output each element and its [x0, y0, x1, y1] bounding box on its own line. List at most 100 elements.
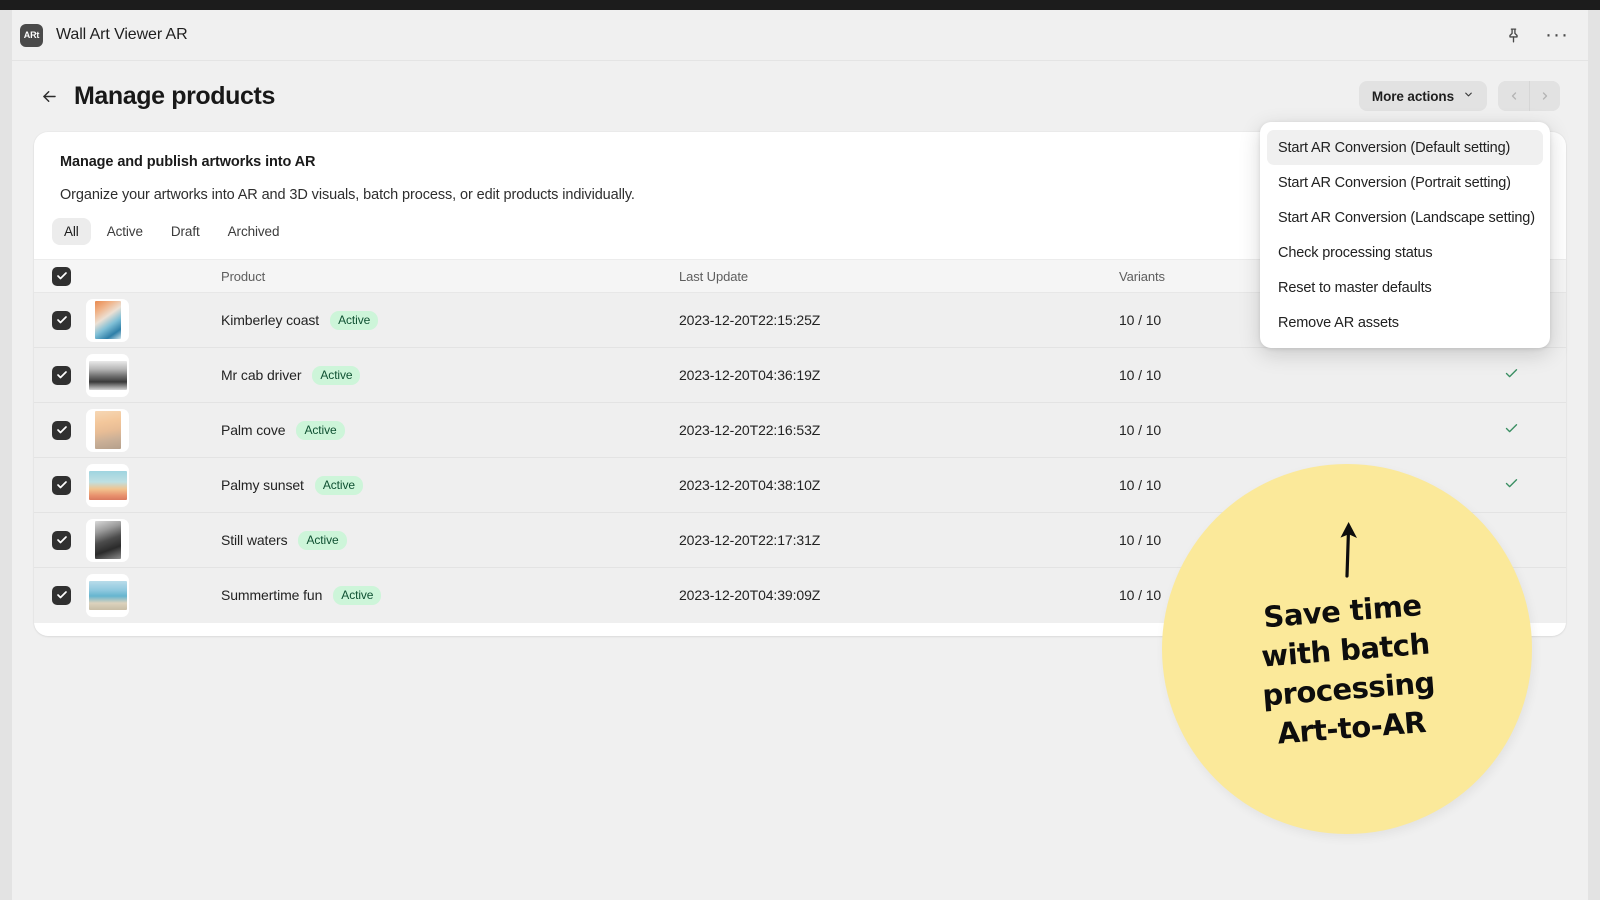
page-title-row: Manage products More actions	[12, 61, 1588, 131]
row-thumbnail-cell	[86, 512, 221, 568]
product-name[interactable]: Palmy sunset	[221, 477, 304, 493]
status-badge: Active	[296, 420, 345, 440]
conversion-status-cell	[1324, 347, 1566, 403]
menu-item-1[interactable]: Start AR Conversion (Portrait setting)	[1267, 165, 1543, 200]
product-name[interactable]: Kimberley coast	[221, 312, 319, 328]
status-badge: Active	[314, 475, 363, 495]
pin-icon[interactable]	[1502, 24, 1524, 46]
promo-text: Save time with batch processing Art-to-A…	[1162, 578, 1532, 762]
pagination-prev-button[interactable]	[1498, 81, 1529, 111]
row-select-cell	[34, 457, 86, 513]
app-logo-badge: ARt	[20, 23, 43, 47]
row-select-cell	[34, 347, 86, 403]
product-name[interactable]: Palm cove	[221, 422, 286, 438]
menu-item-4[interactable]: Reset to master defaults	[1267, 270, 1543, 305]
product-thumbnail	[86, 573, 129, 617]
artwork-palmy-sunset-image	[88, 470, 127, 500]
product-name-cell: Palmy sunset Active	[221, 457, 679, 513]
row-thumbnail-cell	[86, 292, 221, 348]
variants-cell: 10 / 10	[1119, 402, 1324, 458]
select-all-checkbox[interactable]	[52, 266, 71, 286]
row-thumbnail-cell	[86, 567, 221, 623]
ellipsis-icon[interactable]: ···	[1545, 24, 1568, 46]
tab-archived[interactable]: Archived	[216, 218, 292, 245]
tab-all[interactable]: All	[52, 218, 91, 245]
product-name-cell: Summertime fun Active	[221, 567, 679, 623]
thumbnail-header	[86, 259, 221, 293]
artwork-mr-cab-driver-image	[88, 360, 127, 390]
row-checkbox[interactable]	[52, 310, 71, 330]
left-gutter	[0, 10, 12, 900]
arrow-up-icon	[1326, 516, 1368, 583]
app-header-actions: ···	[1502, 24, 1568, 46]
product-name[interactable]: Mr cab driver	[221, 367, 301, 383]
table-row[interactable]: Palm cove Active 2023-12-20T22:16:53Z 10 / …	[34, 402, 1566, 458]
page-surface: ARt Wall Art Viewer AR ··· Manage produc…	[12, 10, 1588, 900]
artwork-summertime-fun-image	[88, 580, 127, 610]
status-badge: Active	[312, 365, 361, 385]
artwork-palm-cove-image	[94, 411, 121, 449]
last-update-cell: 2023-12-20T04:38:10Z	[679, 457, 1119, 513]
right-gutter	[1588, 10, 1600, 900]
app-title: Wall Art Viewer AR	[56, 26, 188, 43]
menu-item-0[interactable]: Start AR Conversion (Default setting)	[1267, 130, 1543, 165]
app-header: ARt Wall Art Viewer AR ···	[12, 10, 1588, 61]
product-header: Product	[221, 259, 679, 293]
app-window: ARt Wall Art Viewer AR ··· Manage produc…	[0, 0, 1600, 900]
row-select-cell	[34, 567, 86, 623]
product-name[interactable]: Still waters	[221, 532, 288, 548]
status-badge: Active	[298, 530, 347, 550]
more-actions-menu: Start AR Conversion (Default setting) Sta…	[1260, 122, 1550, 348]
tab-draft[interactable]: Draft	[159, 218, 212, 245]
menu-item-3[interactable]: Check processing status	[1267, 235, 1543, 270]
last-update-cell: 2023-12-20T04:36:19Z	[679, 347, 1119, 403]
variants-cell: 10 / 10	[1119, 347, 1324, 403]
row-thumbnail-cell	[86, 457, 221, 513]
row-checkbox[interactable]	[52, 420, 71, 440]
page-title: Manage products	[74, 81, 275, 110]
select-all-header	[34, 259, 86, 293]
arrow-left-icon[interactable]	[38, 85, 60, 107]
more-actions-button[interactable]: More actions	[1358, 81, 1487, 111]
artwork-kimberley-coast-image	[94, 301, 121, 339]
row-checkbox[interactable]	[52, 585, 71, 605]
menu-item-5[interactable]: Remove AR assets	[1267, 305, 1543, 340]
more-actions-label: More actions	[1371, 88, 1454, 104]
product-thumbnail	[86, 408, 129, 452]
window-titlebar	[0, 0, 1600, 10]
pagination-next-button[interactable]	[1529, 81, 1560, 111]
last-update-cell: 2023-12-20T04:39:09Z	[679, 567, 1119, 623]
tab-active[interactable]: Active	[95, 218, 155, 245]
row-thumbnail-cell	[86, 402, 221, 458]
table-row[interactable]: Mr cab driver Active 2023-12-20T04:36:19Z 1…	[34, 347, 1566, 403]
product-thumbnail	[86, 518, 129, 562]
product-name-cell: Mr cab driver Active	[221, 347, 679, 403]
product-thumbnail	[86, 298, 129, 342]
chevron-down-icon	[1463, 89, 1474, 103]
last-update-cell: 2023-12-20T22:17:31Z	[679, 512, 1119, 568]
check-icon	[1504, 478, 1519, 495]
last-update-cell: 2023-12-20T22:15:25Z	[679, 292, 1119, 348]
product-name[interactable]: Summertime fun	[221, 587, 322, 603]
page-title-actions: More actions	[1358, 81, 1560, 111]
status-badge: Active	[330, 310, 379, 330]
product-name-cell: Still waters Active	[221, 512, 679, 568]
product-name-cell: Palm cove Active	[221, 402, 679, 458]
row-checkbox[interactable]	[52, 530, 71, 550]
last-update-cell: 2023-12-20T22:16:53Z	[679, 402, 1119, 458]
product-thumbnail	[86, 353, 129, 397]
status-badge: Active	[333, 585, 382, 605]
check-icon	[1504, 368, 1519, 385]
row-checkbox[interactable]	[52, 475, 71, 495]
product-name-cell: Kimberley coast Active	[221, 292, 679, 348]
promo-sticker: Save time with batch processing Art-to-A…	[1162, 464, 1532, 834]
row-select-cell	[34, 512, 86, 568]
product-thumbnail	[86, 463, 129, 507]
check-icon	[1504, 423, 1519, 440]
conversion-status-cell	[1324, 402, 1566, 458]
row-checkbox[interactable]	[52, 365, 71, 385]
menu-item-2[interactable]: Start AR Conversion (Landscape setting)	[1267, 200, 1543, 235]
row-thumbnail-cell	[86, 347, 221, 403]
row-select-cell	[34, 402, 86, 458]
row-select-cell	[34, 292, 86, 348]
